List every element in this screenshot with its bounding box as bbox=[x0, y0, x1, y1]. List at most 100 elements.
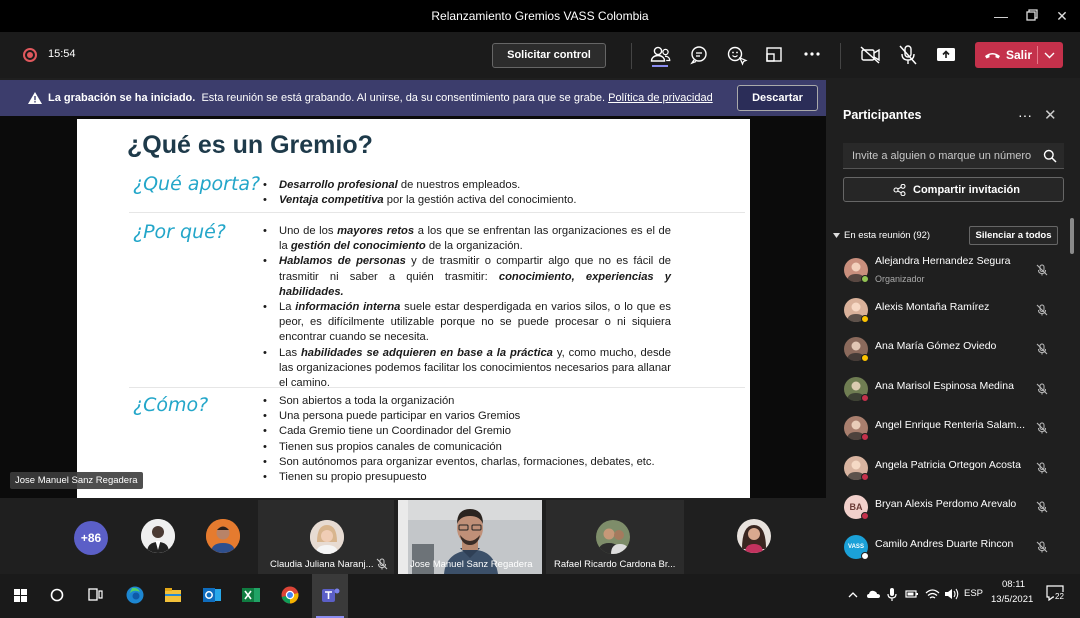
presence-status-icon bbox=[861, 512, 869, 520]
presence-status-icon bbox=[861, 314, 869, 323]
privacy-policy-link[interactable]: Política de privacidad bbox=[608, 92, 713, 104]
video-tile[interactable]: Claudia Juliana Naranj... bbox=[258, 500, 394, 574]
show-hidden-icons-icon[interactable] bbox=[847, 589, 859, 601]
share-invite-label: Compartir invitación bbox=[913, 184, 1020, 196]
excel-icon[interactable] bbox=[238, 582, 264, 608]
reactions-icon[interactable] bbox=[723, 42, 751, 68]
battery-icon[interactable] bbox=[905, 588, 919, 600]
slide-bullet: Ventaja competitiva por la gestión activ… bbox=[263, 193, 673, 208]
shared-content-stage: ¿Qué es un Gremio? ¿Qué aporta? Desarrol… bbox=[0, 116, 826, 498]
participants-icon[interactable] bbox=[646, 42, 674, 68]
teams-taskbar-active[interactable] bbox=[312, 574, 348, 618]
search-icon[interactable] bbox=[1043, 149, 1057, 163]
teams-window: Relanzamiento Gremios VASS Colombia — ✕ … bbox=[0, 0, 1080, 618]
share-screen-icon[interactable] bbox=[932, 42, 960, 68]
video-tile[interactable]: Rafael Ricardo Cardona Br... bbox=[546, 500, 684, 574]
chrome-icon[interactable] bbox=[277, 582, 303, 608]
presence-status-icon bbox=[861, 275, 869, 283]
section-divider bbox=[129, 212, 745, 213]
banner-message: La grabación se ha iniciado. Esta reunió… bbox=[48, 92, 713, 104]
tile-name: Claudia Juliana Naranj... bbox=[270, 559, 374, 570]
participant-row[interactable]: Angel Enrique Renteria Salam... bbox=[826, 410, 1066, 449]
recording-icon bbox=[23, 48, 37, 62]
maximize-icon[interactable] bbox=[1022, 6, 1042, 26]
teams-icon bbox=[322, 588, 340, 602]
chevron-down-icon[interactable] bbox=[1044, 52, 1055, 59]
microphone-off-icon[interactable] bbox=[894, 42, 922, 68]
leave-divider bbox=[1037, 46, 1038, 64]
avatar[interactable] bbox=[206, 519, 240, 553]
clock-date[interactable]: 13/5/2021 bbox=[991, 594, 1033, 605]
participant-name: Ana María Gómez Oviedo bbox=[875, 340, 997, 352]
more-actions-icon[interactable] bbox=[798, 42, 826, 68]
breakout-rooms-icon[interactable] bbox=[760, 42, 788, 68]
slide-bullet: Tienen su propio presupuesto bbox=[263, 470, 703, 485]
slide-bullet: La información interna suele estar despe… bbox=[263, 300, 671, 346]
video-tile-active-speaker[interactable]: Jose Manuel Sanz Regadera bbox=[398, 500, 542, 574]
video-gallery: +86 Claudia Juliana Naranj... Jose Manue… bbox=[0, 498, 826, 574]
recording-banner: La grabación se ha iniciado. Esta reunió… bbox=[0, 80, 826, 116]
windows-start-icon[interactable] bbox=[8, 582, 34, 608]
presence-status-icon bbox=[861, 393, 869, 402]
leave-button[interactable]: Salir bbox=[975, 42, 1063, 68]
microphone-muted-icon bbox=[1036, 541, 1048, 552]
slide-title: ¿Qué es un Gremio? bbox=[127, 131, 373, 159]
close-panel-icon[interactable]: ✕ bbox=[1044, 106, 1057, 124]
chat-icon[interactable] bbox=[685, 42, 713, 68]
microphone-muted-icon bbox=[1036, 422, 1048, 434]
participant-row[interactable]: Alejandra Hernandez Segura Organizador bbox=[826, 252, 1066, 291]
participant-name: Angel Enrique Renteria Salam... bbox=[875, 419, 1025, 431]
more-options-icon[interactable]: ··· bbox=[1018, 107, 1032, 123]
warning-icon bbox=[28, 92, 42, 104]
close-icon[interactable]: ✕ bbox=[1052, 6, 1072, 26]
avatar[interactable] bbox=[141, 519, 175, 553]
banner-text: Esta reunión se está grabando. Al unirse… bbox=[201, 92, 606, 104]
phone-hangup-icon bbox=[985, 53, 1000, 59]
microphone-muted-icon bbox=[1036, 343, 1048, 355]
dismiss-button[interactable]: Descartar bbox=[737, 85, 818, 111]
participant-name: Alejandra Hernandez Segura bbox=[875, 255, 1011, 267]
bullet-list-como: Son abiertos a toda la organizaciónUna p… bbox=[263, 394, 703, 485]
input-language[interactable]: ESP bbox=[964, 588, 983, 599]
request-control-button[interactable]: Solicitar control bbox=[492, 43, 606, 68]
microphone-tray-icon[interactable] bbox=[886, 587, 898, 603]
toolbar-divider bbox=[840, 43, 841, 69]
onedrive-icon[interactable] bbox=[866, 587, 882, 603]
participant-row[interactable]: Angela Patricia Ortegon Acosta bbox=[826, 450, 1066, 489]
file-explorer-icon[interactable] bbox=[160, 582, 186, 608]
presence-status-icon bbox=[861, 433, 869, 441]
edge-browser-icon[interactable] bbox=[122, 582, 148, 608]
search-circle-icon[interactable] bbox=[44, 582, 70, 608]
leave-label: Salir bbox=[1006, 48, 1033, 62]
tile-name: Rafael Ricardo Cardona Br... bbox=[554, 559, 676, 570]
more-participants-badge[interactable]: +86 bbox=[74, 521, 108, 555]
participant-row[interactable]: VASS Camilo Andres Duarte Rincon bbox=[826, 529, 1066, 568]
avatar[interactable] bbox=[737, 519, 771, 553]
participant-name: Bryan Alexis Perdomo Arevalo bbox=[875, 498, 1017, 510]
volume-icon[interactable] bbox=[944, 587, 959, 601]
microphone-muted-icon bbox=[1036, 501, 1048, 513]
panel-title: Participantes bbox=[843, 108, 922, 122]
outlook-icon[interactable] bbox=[199, 582, 225, 608]
participant-name: Alexis Montaña Ramírez bbox=[875, 300, 990, 313]
clock-time[interactable]: 08:11 bbox=[1002, 579, 1025, 590]
panel-scrollbar[interactable] bbox=[1070, 218, 1074, 254]
minimize-icon[interactable]: — bbox=[991, 6, 1011, 26]
participant-row[interactable]: Ana María Gómez Oviedo bbox=[826, 331, 1066, 370]
bullet-list-aporta: Desarrollo profesional de nuestros emple… bbox=[263, 178, 673, 209]
in-meeting-count-label: En esta reunión (92) bbox=[844, 230, 931, 241]
share-invite-button[interactable]: Compartir invitación bbox=[843, 177, 1064, 202]
camera-off-icon[interactable] bbox=[856, 42, 884, 68]
invite-search-input[interactable] bbox=[843, 143, 1064, 169]
participant-row[interactable]: Ana Marisol Espinosa Medina bbox=[826, 371, 1066, 410]
participant-name: Ana Marisol Espinosa Medina bbox=[875, 379, 1014, 392]
participant-row[interactable]: BA Bryan Alexis Perdomo Arevalo bbox=[826, 489, 1066, 528]
participant-row[interactable]: Alexis Montaña Ramírez bbox=[826, 292, 1066, 331]
mute-all-button[interactable]: Silenciar a todos bbox=[969, 226, 1058, 245]
slide-bullet: Una persona puede participar en varios G… bbox=[263, 409, 703, 424]
tile-name: Jose Manuel Sanz Regadera bbox=[410, 559, 533, 570]
share-icon bbox=[893, 184, 906, 196]
presentation-slide: ¿Qué es un Gremio? ¿Qué aporta? Desarrol… bbox=[77, 119, 750, 498]
task-view-icon[interactable] bbox=[82, 582, 108, 608]
wifi-icon[interactable] bbox=[925, 587, 940, 601]
